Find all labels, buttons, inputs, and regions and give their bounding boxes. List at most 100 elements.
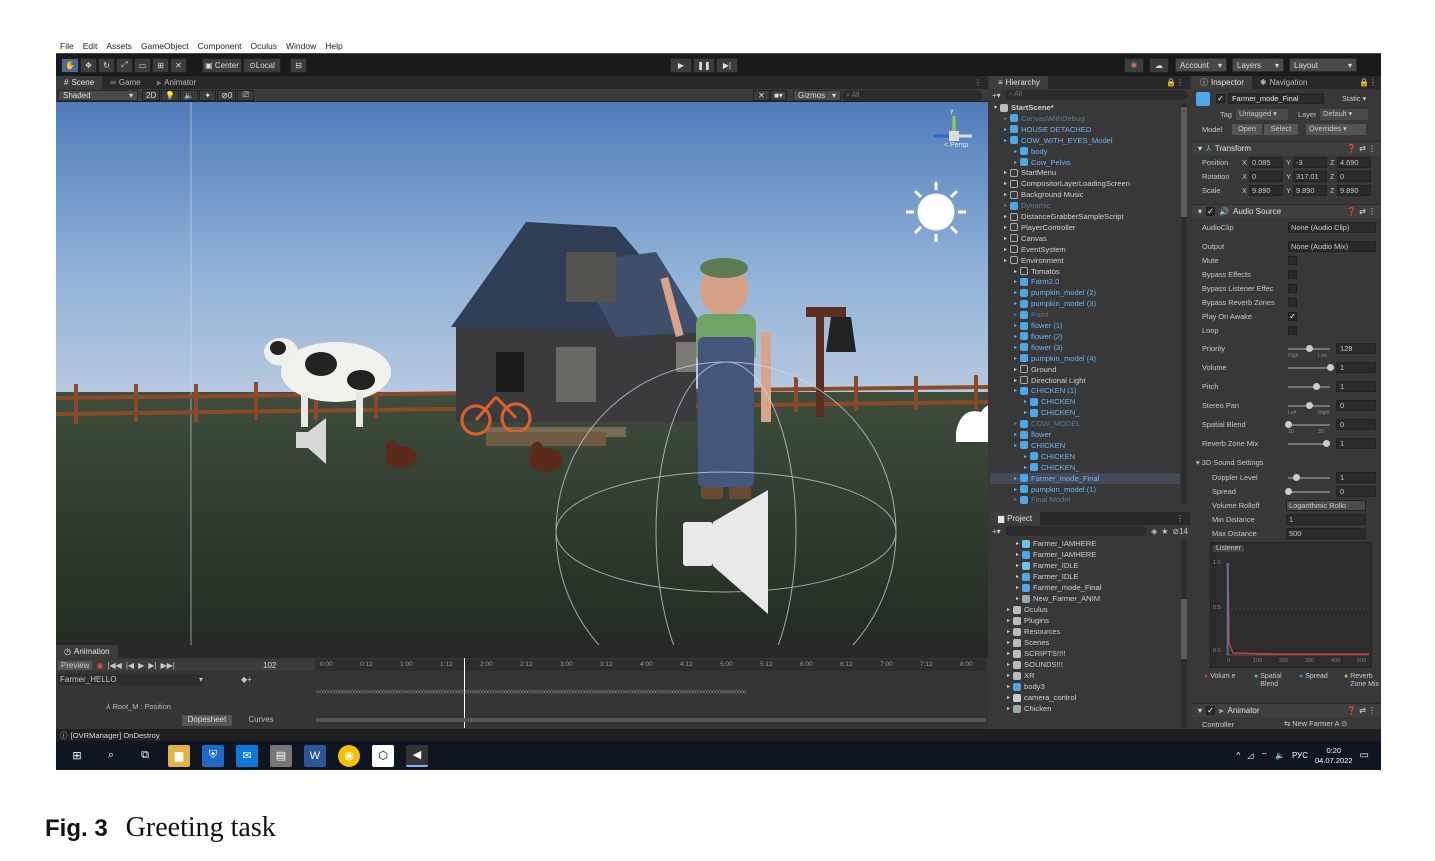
step-button[interactable]: ▶| [716, 57, 738, 73]
project-item[interactable]: ▸ Chicken [1007, 703, 1051, 714]
tab-animator[interactable]: ⫸ Animator [149, 76, 205, 89]
move-tool-icon[interactable]: ✥ [79, 57, 97, 73]
dopesheet-area[interactable]: ◇ ◇◇◇◇◇◇◇◇◇◇◇◇◇◇◇◇◇◇◇◇◇◇◇◇◇◇◇◇◇◇◇◇◇◇◇◇◇◇… [316, 658, 986, 729]
network-icon[interactable]: ◿ [1247, 751, 1253, 760]
tab-scene[interactable]: # Scene [56, 76, 103, 89]
tab-game[interactable]: ∞ Game [102, 76, 149, 89]
foldout-arrow-icon[interactable]: ▸ [1016, 562, 1019, 569]
foldout-arrow-icon[interactable]: ▸ [1014, 278, 1017, 285]
unity-hub-icon[interactable]: ⬡ [372, 744, 394, 767]
foldout-arrow-icon[interactable]: ▸ [1016, 595, 1019, 602]
clip-dropdown[interactable]: Farmer_HELLO ▾ [58, 674, 203, 685]
controller-field[interactable]: ⇆ New Farmer A ⊙ [1282, 719, 1374, 729]
stereo-pan-slider-knob[interactable] [1306, 402, 1313, 409]
foldout-arrow-icon[interactable]: ▸ [1014, 268, 1017, 275]
foldout-arrow-icon[interactable]: ▸ [1014, 377, 1017, 384]
gizmos-dropdown[interactable]: Gizmos ▾ [793, 89, 841, 101]
priority-slider[interactable] [1288, 345, 1330, 352]
cloud-icon[interactable]: ☁ [1149, 57, 1169, 73]
priority-slider-knob[interactable] [1306, 345, 1313, 352]
hand-tool-icon[interactable]: ✋ [61, 57, 79, 73]
volume-icon[interactable]: 🔈 [1275, 751, 1285, 760]
mail-icon[interactable]: ✉ [236, 744, 258, 767]
hierarchy-item[interactable]: ▸ CompositorLayerLoadingScreen [990, 178, 1180, 189]
project-item[interactable]: ▸ Plugins [1007, 615, 1049, 626]
hierarchy-item[interactable]: ▸ Farm2.0 [990, 276, 1180, 287]
volume-value-field[interactable]: 1 [1336, 362, 1376, 373]
spread-value-field[interactable]: 0 [1336, 486, 1376, 497]
foldout-arrow-icon[interactable]: ▸ [1004, 224, 1007, 231]
rolloff-graph[interactable]: Listener 1.0 0.5 0.0 0 100 200 300 400 500 [1210, 542, 1372, 668]
pivot-center-button[interactable]: ▣ Center [201, 57, 242, 73]
hierarchy-item[interactable]: ▸ CHICKEN [990, 396, 1180, 407]
first-key-icon[interactable]: |◀◀ [107, 661, 121, 670]
dopesheet-tab[interactable]: Dopesheet [182, 715, 232, 726]
foldout-arrow-icon[interactable]: ▸ [1007, 617, 1010, 624]
foldout-arrow-icon[interactable]: ▸ [1024, 453, 1027, 460]
audio-source-section-header[interactable]: ▾ ✓ 🔊 Audio Source ❓ ⇄ ⋮ [1192, 204, 1381, 218]
volume-slider-knob[interactable] [1327, 364, 1334, 371]
hierarchy-item[interactable]: ▸ Environment [990, 255, 1180, 266]
scale-z-field[interactable]: 9.890 [1337, 185, 1371, 196]
hierarchy-item[interactable]: ▸ CHICKEN_ [990, 462, 1180, 473]
search-icon[interactable]: ⌕ [100, 745, 122, 767]
layer-dropdown[interactable]: Default ▾ [1320, 109, 1368, 120]
menu-window[interactable]: Window [286, 41, 316, 51]
lock-icon[interactable]: 🔒⋮ [1359, 78, 1377, 87]
tab-animation[interactable]: ◷ Animation [56, 645, 118, 658]
rotation-y-field[interactable]: 317.01 [1293, 171, 1327, 182]
rect-tool-icon[interactable]: ▭ [133, 57, 151, 73]
foldout-arrow-icon[interactable]: ▸ [1014, 311, 1017, 318]
foldout-arrow-icon[interactable]: ▸ [1007, 628, 1010, 635]
reverb-zone-mix-slider-knob[interactable] [1322, 440, 1330, 447]
shading-mode-dropdown[interactable]: Shaded ▾ [58, 89, 138, 101]
filter-icon[interactable]: ◈ [1151, 527, 1157, 536]
frame-field[interactable]: 102 [263, 661, 276, 670]
rotation-x-field[interactable]: 0 [1249, 171, 1283, 182]
foldout-arrow-icon[interactable]: ▸ [1007, 694, 1010, 701]
volume-slider[interactable] [1288, 364, 1334, 371]
curves-tab[interactable]: Curves [236, 715, 286, 726]
tag-dropdown[interactable]: Untagged ▾ [1236, 109, 1288, 120]
foldout-arrow-icon[interactable]: ▸ [1014, 300, 1017, 307]
foldout-arrow-icon[interactable]: ▸ [1004, 180, 1007, 187]
project-item[interactable]: ▸ Farmer_IAMHERE [1016, 538, 1096, 549]
hierarchy-item[interactable]: ▸ DistanceGrabberSampleScript [990, 211, 1180, 222]
scene-search-input[interactable]: ⌕ All [842, 90, 982, 101]
pivot-local-button[interactable]: ⊙ Local [242, 57, 281, 73]
spatial-blend-slider[interactable] [1285, 421, 1330, 428]
pitch-slider[interactable] [1288, 383, 1330, 390]
animator-enabled-checkbox[interactable]: ✓ [1206, 706, 1216, 715]
menu-oculus[interactable]: Oculus [251, 41, 277, 51]
hierarchy-item[interactable]: ▸ pumpkin_model (2) [990, 287, 1180, 298]
grid-snap-icon[interactable]: ⊟ [289, 57, 307, 73]
transform-section-header[interactable]: ▾ ⅄ Transform ❓ ⇄ ⋮ [1192, 141, 1381, 155]
priority-value-field[interactable]: 128 [1336, 343, 1376, 354]
foldout-arrow-icon[interactable]: ▸ [1007, 672, 1010, 679]
tab-navigation[interactable]: ✱ Navigation [1252, 76, 1316, 89]
foldout-arrow-icon[interactable]: ▸ [1014, 344, 1017, 351]
hierarchy-item[interactable]: ▸ flower [990, 429, 1180, 440]
project-item[interactable]: ▸ SOUNDS!!! [1007, 659, 1063, 670]
menu-assets[interactable]: Assets [106, 41, 132, 51]
overrides-dropdown[interactable]: Overrides ▾ [1306, 124, 1366, 135]
animator-section-header[interactable]: ▾ ✓ ⫸ Animator ❓ ⇄ ⋮ [1192, 703, 1381, 717]
foldout-arrow-icon[interactable]: ▸ [1014, 322, 1017, 329]
scene-viewport[interactable]: < Persp y [56, 102, 988, 645]
foldout-arrow-icon[interactable]: ▾ [994, 104, 997, 111]
hierarchy-item[interactable]: ▸ Directional Light [990, 375, 1180, 386]
hierarchy-item[interactable]: ▸ CHICKEN [990, 440, 1180, 451]
position-z-field[interactable]: 4.690 [1337, 157, 1371, 168]
select-button[interactable]: Select [1264, 124, 1298, 135]
foldout-arrow-icon[interactable]: ▸ [1004, 246, 1007, 253]
foldout-arrow-icon[interactable]: ▸ [1007, 606, 1010, 613]
hierarchy-item[interactable]: ▸ flower (3) [990, 342, 1180, 353]
menu-edit[interactable]: Edit [83, 41, 98, 51]
last-key-icon[interactable]: ▶▶| [160, 661, 174, 670]
prev-key-icon[interactable]: |◀ [126, 661, 134, 670]
chrome-icon[interactable]: ◉ [338, 744, 360, 767]
loop-checkbox[interactable] [1288, 326, 1297, 335]
foldout-arrow-icon[interactable]: ▸ [1014, 355, 1017, 362]
lock-icon[interactable]: 🔒⋮ [1166, 78, 1184, 87]
foldout-arrow-icon[interactable]: ▸ [1014, 387, 1017, 394]
